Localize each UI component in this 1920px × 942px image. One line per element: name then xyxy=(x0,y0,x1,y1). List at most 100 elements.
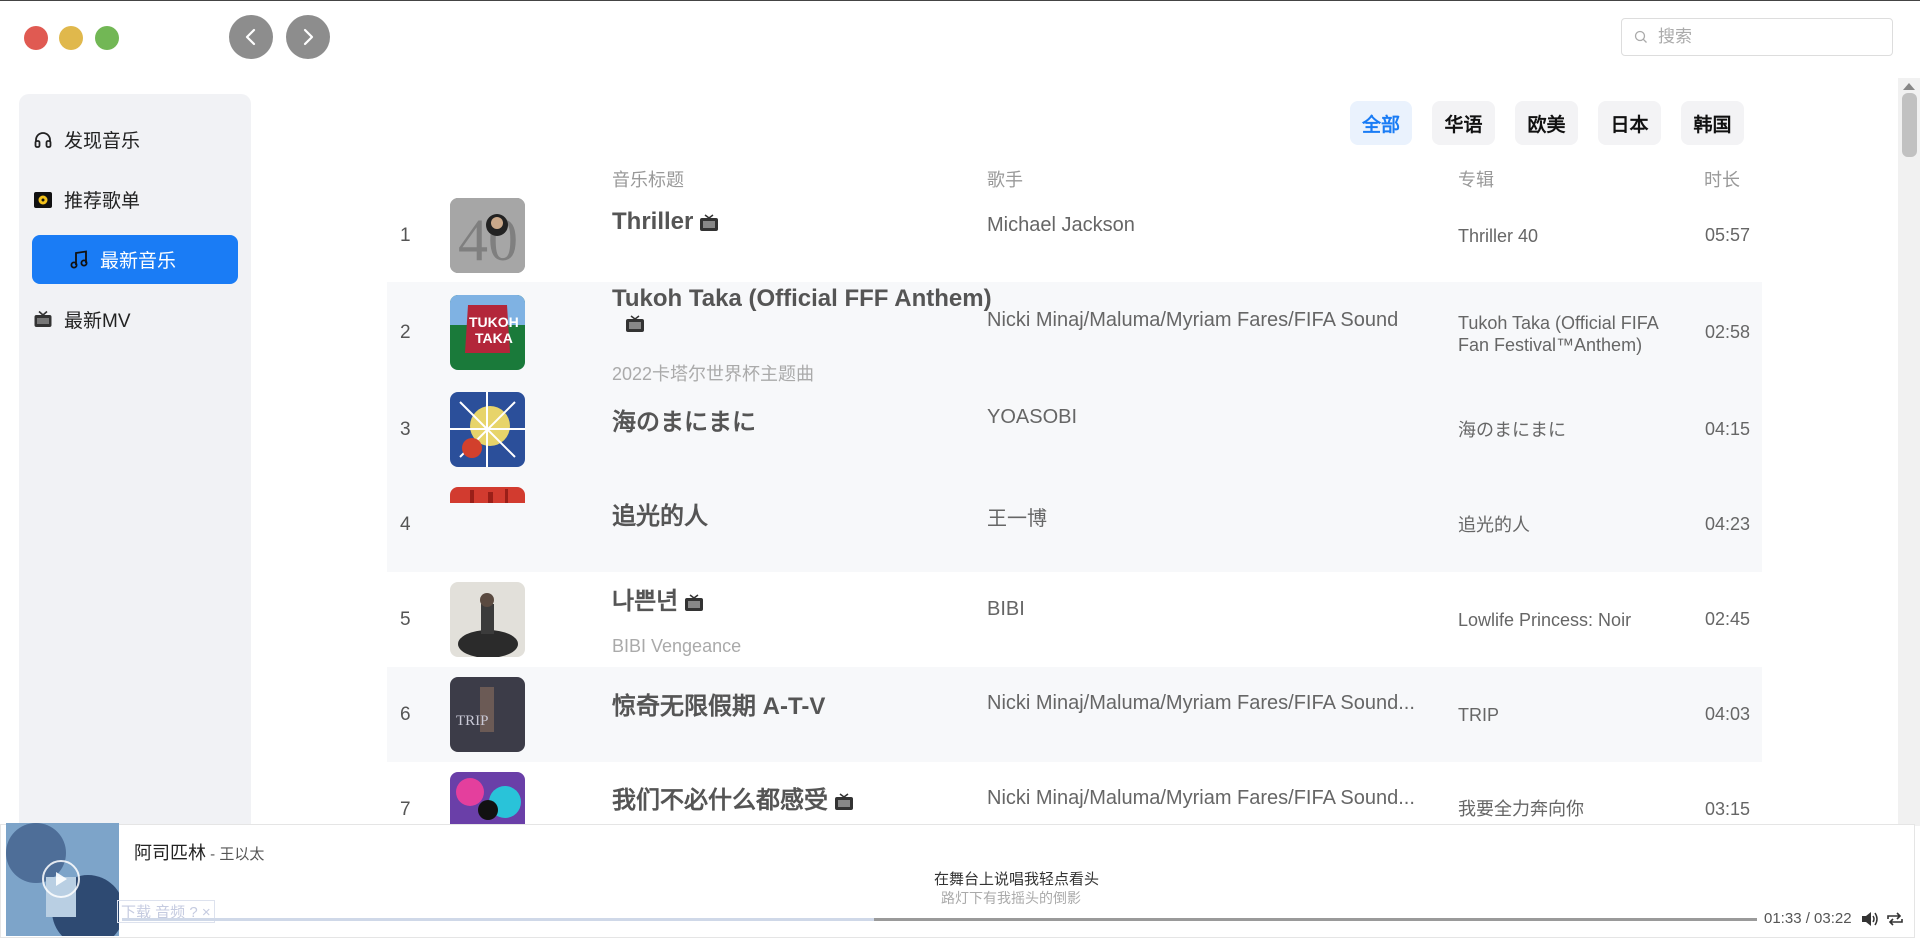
song-index: 5 xyxy=(400,609,411,630)
music-note-icon xyxy=(68,249,90,271)
svg-text:TRIP: TRIP xyxy=(456,713,489,729)
song-album[interactable]: 我要全力奔向你 xyxy=(1458,798,1658,820)
sidebar-item-new-music[interactable]: 最新音乐 xyxy=(32,235,238,284)
play-button[interactable] xyxy=(42,860,80,898)
song-artist[interactable]: YOASOBI xyxy=(987,406,1457,429)
song-album[interactable]: Tukoh Taka (Official FIFA Fan Festival™A… xyxy=(1458,312,1658,356)
song-duration: 04:23 xyxy=(1705,514,1751,534)
chevron-right-icon xyxy=(303,28,314,46)
filter-label: 日本 xyxy=(1610,114,1649,136)
song-duration: 04:03 xyxy=(1705,704,1751,724)
play-icon xyxy=(56,872,67,886)
repeat-icon[interactable] xyxy=(1886,911,1904,927)
song-subtitle: BIBI Vengeance xyxy=(612,636,742,656)
song-artist[interactable]: Nicki Minaj/Maluma/Myriam Fares/FIFA Sou… xyxy=(987,692,1457,715)
song-title[interactable]: 海のまにまに xyxy=(612,409,756,436)
song-artist[interactable]: Nicki Minaj/Maluma/Myriam Fares/FIFA Sou… xyxy=(987,787,1457,810)
album-cover[interactable] xyxy=(450,392,525,467)
search-icon xyxy=(1634,30,1647,43)
svg-text:TUKOH: TUKOH xyxy=(469,314,519,330)
lyric-next-line: 路灯下有我摇头的倒影 xyxy=(941,890,1081,906)
song-duration: 03:15 xyxy=(1705,799,1751,819)
song-row[interactable]: 1 40 Thriller Michael Jackson Thriller 4… xyxy=(387,188,1762,283)
now-playing-artist[interactable]: 王以太 xyxy=(219,846,264,863)
filter-western[interactable]: 欧美 xyxy=(1515,101,1578,145)
sidebar-item-discover[interactable]: 发现音乐 xyxy=(32,115,238,164)
scroll-up-arrow[interactable] xyxy=(1903,83,1915,90)
scrollbar-track[interactable] xyxy=(1898,78,1920,826)
search-input[interactable] xyxy=(1656,26,1880,48)
album-cover[interactable]: TRIP xyxy=(450,677,525,752)
mv-icon[interactable] xyxy=(684,594,704,612)
filter-japanese[interactable]: 日本 xyxy=(1598,101,1661,145)
filter-label: 全部 xyxy=(1361,114,1400,136)
svg-text:40: 40 xyxy=(458,207,518,273)
sidebar: 发现音乐 推荐歌单 最新音乐 最新MV xyxy=(19,94,251,834)
close-window-button[interactable] xyxy=(24,26,48,50)
album-cover[interactable]: TUKOH TAKA xyxy=(450,295,525,370)
search-box[interactable] xyxy=(1621,18,1893,56)
filter-chinese[interactable]: 华语 xyxy=(1432,101,1495,145)
song-album[interactable]: Lowlife Princess: Noir xyxy=(1458,609,1658,631)
song-duration: 05:57 xyxy=(1705,225,1751,245)
song-artist[interactable]: Michael Jackson xyxy=(987,214,1457,237)
volume-icon[interactable] xyxy=(1861,911,1879,927)
mv-icon[interactable] xyxy=(625,315,645,333)
album-cover[interactable] xyxy=(450,487,525,503)
song-index: 3 xyxy=(400,419,411,440)
song-title[interactable]: 나쁜년 xyxy=(612,588,678,615)
minimize-window-button[interactable] xyxy=(59,26,83,50)
song-row[interactable]: 3 海のまにまに YOASOBI 海のまにまに 04:15 xyxy=(387,382,1762,477)
chevron-left-icon xyxy=(245,28,256,46)
album-cover[interactable] xyxy=(450,772,525,824)
song-title[interactable]: 惊奇无限假期 A-T-V xyxy=(612,693,825,720)
sidebar-item-label: 最新MV xyxy=(64,311,131,332)
song-duration: 02:58 xyxy=(1705,322,1751,342)
song-album[interactable]: TRIP xyxy=(1458,704,1658,726)
album-cover[interactable] xyxy=(450,582,525,657)
song-album[interactable]: Thriller 40 xyxy=(1458,225,1658,247)
playlist-icon xyxy=(32,189,54,211)
song-duration: 04:15 xyxy=(1705,419,1751,439)
progress-bar[interactable] xyxy=(122,918,1757,921)
playback-time: 01:33 / 03:22 xyxy=(1764,910,1852,927)
now-playing-title[interactable]: 阿司匹林 xyxy=(134,843,206,863)
sidebar-item-label: 最新音乐 xyxy=(100,251,177,272)
sidebar-item-label: 推荐歌单 xyxy=(64,191,141,212)
now-playing-info: 阿司匹林 - 王以太 xyxy=(134,839,264,865)
filter-korean[interactable]: 韩国 xyxy=(1681,101,1744,145)
filter-label: 欧美 xyxy=(1527,114,1566,136)
lyric-current-line: 在舞台上说唱我轻点看头 xyxy=(934,871,1100,888)
song-index: 4 xyxy=(400,514,411,535)
sidebar-item-label: 发现音乐 xyxy=(64,131,141,152)
song-row[interactable]: 4 追光的人 王一博 追光的人 04:23 xyxy=(387,477,1762,572)
song-index: 7 xyxy=(400,799,411,820)
progress-fill xyxy=(122,918,875,921)
filter-all[interactable]: 全部 xyxy=(1350,101,1412,145)
song-album[interactable]: 追光的人 xyxy=(1458,514,1658,536)
song-row[interactable]: 6 TRIP 惊奇无限假期 A-T-V Nicki Minaj/Maluma/M… xyxy=(387,667,1762,762)
song-artist[interactable]: Nicki Minaj/Maluma/Myriam Fares/FIFA Sou… xyxy=(987,309,1457,332)
maximize-window-button[interactable] xyxy=(95,26,119,50)
song-index: 1 xyxy=(400,225,411,246)
forward-button[interactable] xyxy=(286,15,330,59)
filter-label: 韩国 xyxy=(1693,114,1732,136)
sidebar-item-playlists[interactable]: 推荐歌单 xyxy=(32,175,238,224)
song-duration: 02:45 xyxy=(1705,609,1751,629)
song-title[interactable]: Tukoh Taka (Official FFF Anthem) xyxy=(612,285,992,312)
song-index: 6 xyxy=(400,704,411,725)
song-title[interactable]: 我们不必什么都感受 xyxy=(612,787,828,814)
scrollbar-thumb[interactable] xyxy=(1902,93,1917,157)
song-album[interactable]: 海のまにまに xyxy=(1458,419,1658,441)
back-button[interactable] xyxy=(229,15,273,59)
song-row[interactable]: 5 나쁜년 BIBI Vengeance BIBI Lowlife Prince… xyxy=(387,572,1762,667)
album-cover[interactable]: 40 xyxy=(450,198,525,273)
song-artist[interactable]: BIBI xyxy=(987,598,1457,621)
mv-icon[interactable] xyxy=(834,793,854,811)
song-artist[interactable]: 王一博 xyxy=(987,502,1457,531)
song-title[interactable]: Thriller xyxy=(612,208,693,235)
mv-icon[interactable] xyxy=(699,214,719,232)
song-title[interactable]: 追光的人 xyxy=(612,503,708,530)
sidebar-item-new-mv[interactable]: 最新MV xyxy=(32,295,238,344)
song-row[interactable]: 2 TUKOH TAKA Tukoh Taka (Official FFF Ant… xyxy=(387,282,1762,384)
